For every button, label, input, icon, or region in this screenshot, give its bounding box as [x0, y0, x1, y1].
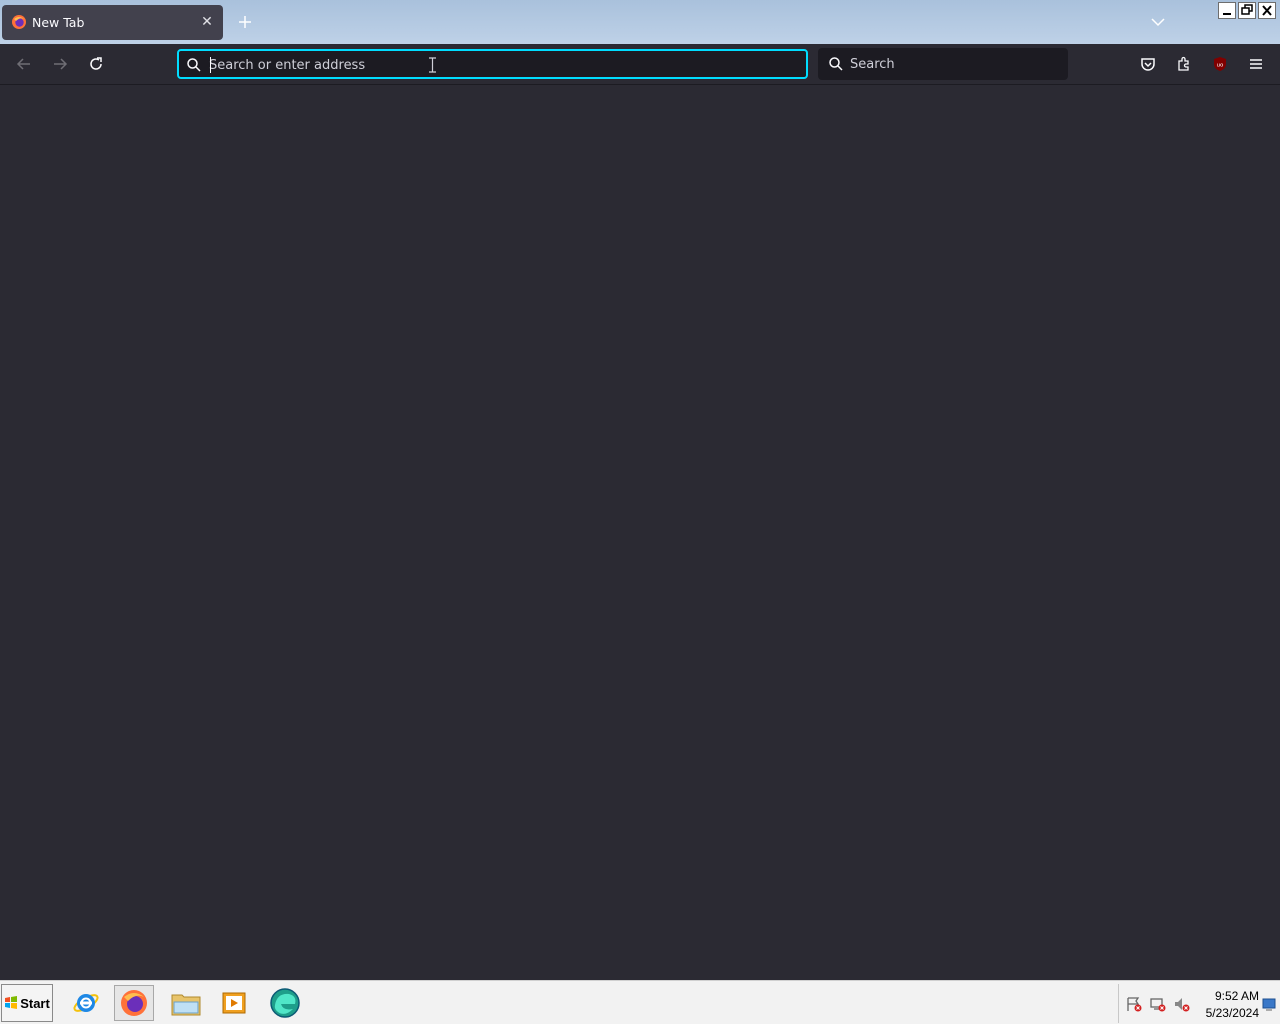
taskbar-edge[interactable] [265, 985, 305, 1021]
reload-icon [90, 57, 102, 70]
back-button[interactable] [8, 48, 40, 80]
windows-logo-icon [5, 996, 18, 1009]
system-tray: 9:52 AM 5/23/2024 [1118, 984, 1280, 1023]
search-icon [187, 58, 201, 72]
ublock-origin-icon: uo [1214, 57, 1226, 71]
list-all-tabs-button[interactable] [1148, 12, 1168, 32]
tab-strip: New Tab ✕ [0, 0, 1280, 44]
folder-icon [171, 994, 201, 1016]
minimize-button[interactable] [1218, 2, 1236, 19]
tab-title: New Tab [32, 15, 85, 30]
hamburger-menu-icon [1250, 59, 1262, 69]
search-icon [829, 57, 843, 71]
new-tab-button[interactable] [234, 11, 256, 33]
clock-time: 9:52 AM [1214, 989, 1259, 1003]
address-input[interactable] [209, 54, 789, 76]
search-input[interactable] [850, 53, 1060, 75]
tab-new-tab[interactable]: New Tab ✕ [2, 5, 223, 40]
show-desktop-icon[interactable] [1262, 997, 1276, 1011]
page-content[interactable] [0, 86, 1280, 980]
restore-button[interactable] [1238, 2, 1256, 19]
application-menu-button[interactable] [1240, 48, 1272, 80]
taskbar-media-player[interactable] [214, 985, 254, 1021]
search-bar[interactable] [818, 48, 1068, 80]
arrow-left-icon [16, 58, 30, 70]
edge-icon [270, 988, 300, 1018]
text-caret [210, 57, 211, 73]
close-icon [1262, 5, 1272, 16]
firefox-icon [12, 15, 26, 29]
puzzle-icon [1178, 56, 1189, 71]
firefox-icon [121, 990, 147, 1016]
pocket-button[interactable] [1132, 48, 1164, 80]
text-cursor-icon [429, 57, 436, 73]
taskbar-file-explorer[interactable] [166, 985, 206, 1021]
internet-explorer-icon [73, 994, 99, 1012]
clock[interactable]: 9:52 AM 5/23/2024 [1201, 988, 1259, 1022]
pocket-icon [1141, 58, 1155, 71]
action-center-flag-icon[interactable] [1125, 996, 1143, 1012]
clock-date: 5/23/2024 [1205, 1006, 1259, 1020]
network-icon[interactable] [1149, 996, 1167, 1012]
taskbar: Start 9:52 AM 5/23/2024 [0, 980, 1280, 1024]
reload-button[interactable] [80, 48, 112, 80]
tab-close-button[interactable]: ✕ [198, 13, 216, 31]
ublock-origin-button[interactable]: uo [1204, 48, 1236, 80]
extensions-button[interactable] [1168, 48, 1200, 80]
taskbar-internet-explorer[interactable] [66, 985, 106, 1021]
address-bar[interactable] [177, 49, 808, 79]
minimize-icon [1223, 13, 1231, 15]
forward-button[interactable] [44, 48, 76, 80]
arrow-right-icon [54, 58, 68, 70]
taskbar-firefox[interactable] [114, 985, 154, 1021]
close-window-button[interactable] [1258, 2, 1276, 19]
extension-badge-text: uo [1217, 63, 1224, 69]
start-label: Start [20, 995, 50, 1011]
start-button[interactable]: Start [1, 984, 53, 1022]
media-player-icon [222, 992, 246, 1014]
volume-muted-icon[interactable] [1173, 996, 1191, 1012]
restore-icon [1241, 4, 1253, 15]
